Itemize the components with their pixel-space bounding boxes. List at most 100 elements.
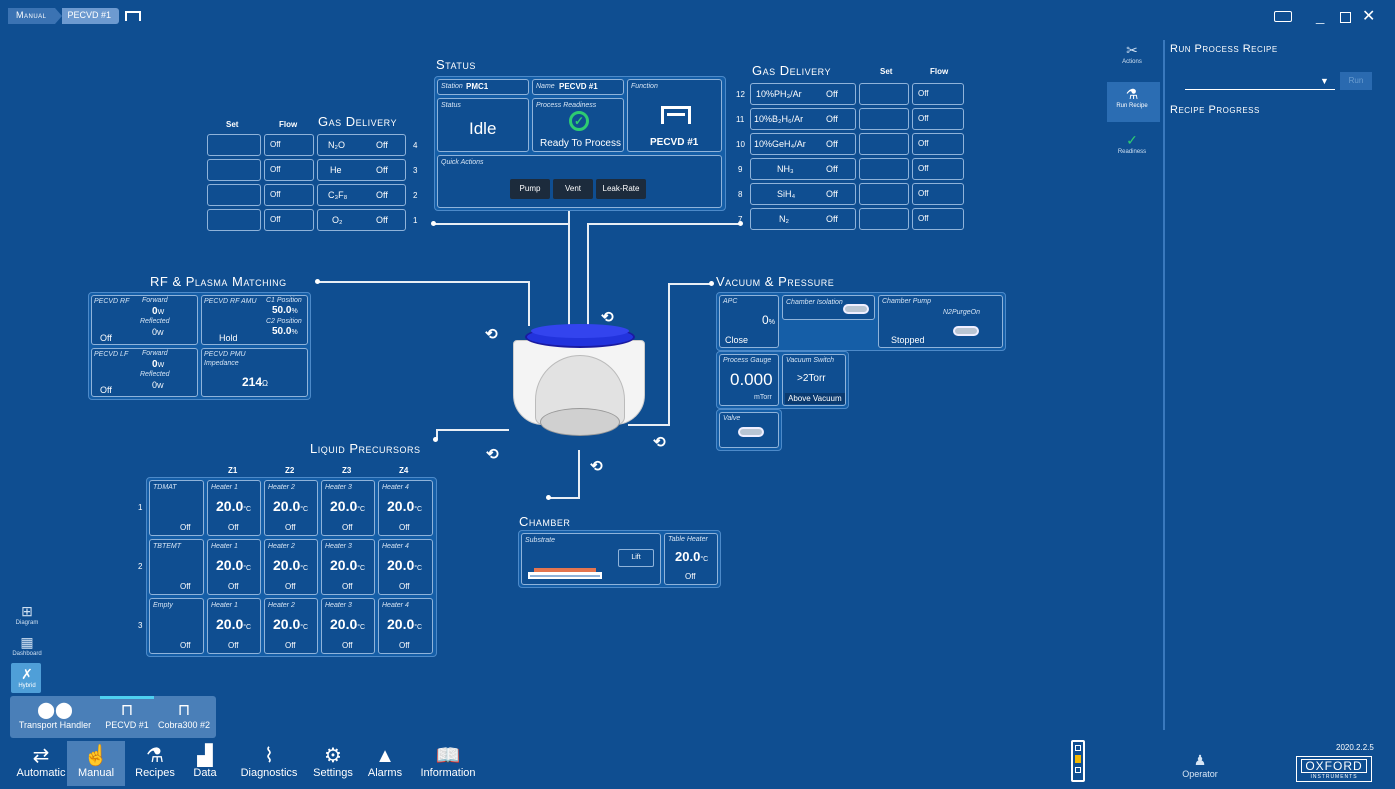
sync-icon[interactable]: ⟲ — [486, 445, 499, 463]
vacuum-pressure-title: Vacuum & Pressure — [716, 274, 835, 289]
signal-tower-icon[interactable] — [1071, 740, 1085, 782]
heater-cell[interactable]: Heater 1 20.0°C Off — [207, 480, 261, 536]
rf-generator-cell[interactable]: PECVD RF Forward 0W Reflected 0W Off — [91, 295, 198, 345]
module-cobra300[interactable]: ⊓ Cobra300 #2 — [154, 702, 214, 730]
chamber-pump-cell[interactable]: Chamber Pump N2PurgeOn Stopped — [878, 295, 1003, 348]
gas-line-number: 9 — [738, 165, 743, 174]
heater-cell[interactable]: Heater 1 20.0°C Off — [207, 539, 261, 595]
process-gauge-cell: Process Gauge 0.000 mTorr — [719, 354, 779, 406]
sync-icon[interactable]: ⟲ — [653, 433, 666, 451]
gas-set-field[interactable] — [859, 208, 909, 230]
gas-set-field[interactable] — [207, 209, 261, 231]
apc-cell[interactable]: APC 0% Close — [719, 295, 779, 348]
heater-temp: 20.0°C — [330, 616, 366, 632]
lf-generator-cell[interactable]: PECVD LF Forward 0W Reflected 0W Off — [91, 348, 198, 397]
pump-button[interactable]: Pump — [510, 179, 550, 199]
heater-cell[interactable]: Heater 4 20.0°C Off — [378, 598, 433, 654]
heater-cell[interactable]: Heater 3 20.0°C Off — [321, 480, 375, 536]
view-dashboard[interactable]: ▦ Dashboard — [12, 634, 42, 657]
nav-alarms[interactable]: ▲ Alarms — [362, 745, 408, 779]
breadcrumb-pecvd[interactable]: PECVD #1 — [61, 8, 120, 24]
module-transport-handler[interactable]: ⬤⬤ Transport Handler — [12, 702, 98, 730]
close-icon[interactable]: ✕ — [1362, 6, 1375, 26]
valve-cell[interactable]: Valve — [719, 412, 779, 448]
liquid-source-cell[interactable]: Empty Off — [149, 598, 204, 654]
heater-cell[interactable]: Heater 1 20.0°C Off — [207, 598, 261, 654]
heater-cell[interactable]: Heater 2 20.0°C Off — [264, 539, 318, 595]
module-pecvd[interactable]: ⊓ PECVD #1 — [100, 702, 154, 730]
connector-line — [318, 281, 530, 283]
liquid-source-cell[interactable]: TBTEMT Off — [149, 539, 204, 595]
gas-set-field[interactable] — [207, 184, 261, 206]
heater-caption: Heater 4 — [382, 602, 409, 609]
nav-recipes[interactable]: ⚗ Recipes — [128, 745, 182, 779]
heater-cell[interactable]: Heater 3 20.0°C Off — [321, 539, 375, 595]
heater-cell[interactable]: Heater 4 20.0°C Off — [378, 539, 433, 595]
heater-cell[interactable]: Heater 4 20.0°C Off — [378, 480, 433, 536]
sync-icon[interactable]: ⟲ — [485, 325, 498, 343]
vent-button[interactable]: Vent — [553, 179, 593, 199]
sync-icon[interactable]: ⟲ — [601, 308, 614, 326]
module-active-indicator — [100, 696, 154, 699]
nav-diagnostics[interactable]: ⌇ Diagnostics — [233, 745, 305, 779]
view-diagram[interactable]: ⊞ Diagram — [12, 603, 42, 626]
sync-icon[interactable]: ⟲ — [590, 457, 603, 475]
operator-button[interactable]: ♟ Operator — [1170, 752, 1230, 779]
heater-cell[interactable]: Heater 3 20.0°C Off — [321, 598, 375, 654]
readiness-tab[interactable]: ✓ Readiness — [1110, 132, 1154, 155]
gas-set-field[interactable] — [859, 83, 909, 105]
rf-amu-cell[interactable]: PECVD RF AMU C1 Position 50.0% C2 Positi… — [201, 295, 308, 345]
table-heater-cell[interactable]: Table Heater 20.0°C Off — [664, 533, 718, 585]
liquid-precursors-title: Liquid Precursors — [310, 441, 421, 456]
gas-set-field[interactable] — [859, 158, 909, 180]
liquid-source-cell[interactable]: TDMAT Off — [149, 480, 204, 536]
chamber-isolation-cell[interactable]: Chamber Isolation — [782, 295, 875, 320]
recipe-dropdown[interactable] — [1185, 75, 1335, 90]
gas-set-field[interactable] — [859, 133, 909, 155]
nav-automatic[interactable]: ⇄ Automatic — [12, 745, 70, 779]
gas-valve-cell[interactable]: 10%PH₃/Ar Off — [750, 83, 856, 105]
keyboard-icon[interactable] — [1274, 11, 1292, 22]
gas-set-field[interactable] — [207, 134, 261, 156]
gas-valve-cell[interactable]: N₂O Off — [317, 134, 406, 156]
leak-rate-button[interactable]: Leak-Rate — [596, 179, 646, 199]
gas-valve-cell[interactable]: 10%B₂H₆/Ar Off — [750, 108, 856, 130]
breadcrumb-manual[interactable]: Manual — [8, 8, 55, 24]
pmu-cell[interactable]: PECVD PMU Impedance 214Ω — [201, 348, 308, 397]
apc-state: Close — [725, 335, 749, 345]
nav-settings[interactable]: ⚙ Settings — [308, 745, 358, 779]
isolation-toggle[interactable] — [843, 304, 869, 314]
readiness-value: Ready To Process — [540, 138, 621, 149]
gas-valve-cell[interactable]: O₂ Off — [317, 209, 406, 231]
heater-cell[interactable]: Heater 2 20.0°C Off — [264, 480, 318, 536]
chamber-graphic[interactable] — [505, 320, 655, 450]
view-hybrid[interactable]: ✗ Hybrid — [12, 666, 42, 689]
run-recipe-tab[interactable]: ⚗ Run Recipe — [1110, 86, 1154, 109]
heater-caption: Heater 2 — [268, 543, 295, 550]
chevron-down-icon[interactable]: ▼ — [1320, 76, 1329, 86]
valve-toggle[interactable] — [738, 427, 764, 437]
gas-valve-cell[interactable]: He Off — [317, 159, 406, 181]
gas-set-field[interactable] — [859, 183, 909, 205]
lift-button[interactable]: Lift — [618, 549, 654, 567]
purge-toggle[interactable] — [953, 326, 979, 336]
actions-tab[interactable]: ✂ Actions — [1110, 42, 1154, 65]
run-button[interactable]: Run — [1340, 72, 1372, 90]
minimize-icon[interactable]: _ — [1316, 8, 1324, 25]
gas-flow-cell: Off — [264, 134, 314, 156]
maximize-icon[interactable] — [1340, 12, 1351, 23]
gas-valve-cell[interactable]: 10%GeH₄/Ar Off — [750, 133, 856, 155]
source-state: Off — [180, 582, 191, 591]
gas-valve-cell[interactable]: C₃F₈ Off — [317, 184, 406, 206]
gas-valve-cell[interactable]: N₂ Off — [750, 208, 856, 230]
connector-line — [668, 283, 670, 425]
gas-set-field[interactable] — [207, 159, 261, 181]
gas-name: C₃F₈ — [328, 190, 348, 200]
gas-set-field[interactable] — [859, 108, 909, 130]
nav-information[interactable]: 📖 Information — [414, 745, 482, 779]
nav-manual[interactable]: ☝ Manual — [67, 745, 125, 779]
heater-cell[interactable]: Heater 2 20.0°C Off — [264, 598, 318, 654]
nav-data[interactable]: ▟ Data — [185, 745, 225, 779]
gas-valve-cell[interactable]: SiH₄ Off — [750, 183, 856, 205]
gas-valve-cell[interactable]: NH₃ Off — [750, 158, 856, 180]
